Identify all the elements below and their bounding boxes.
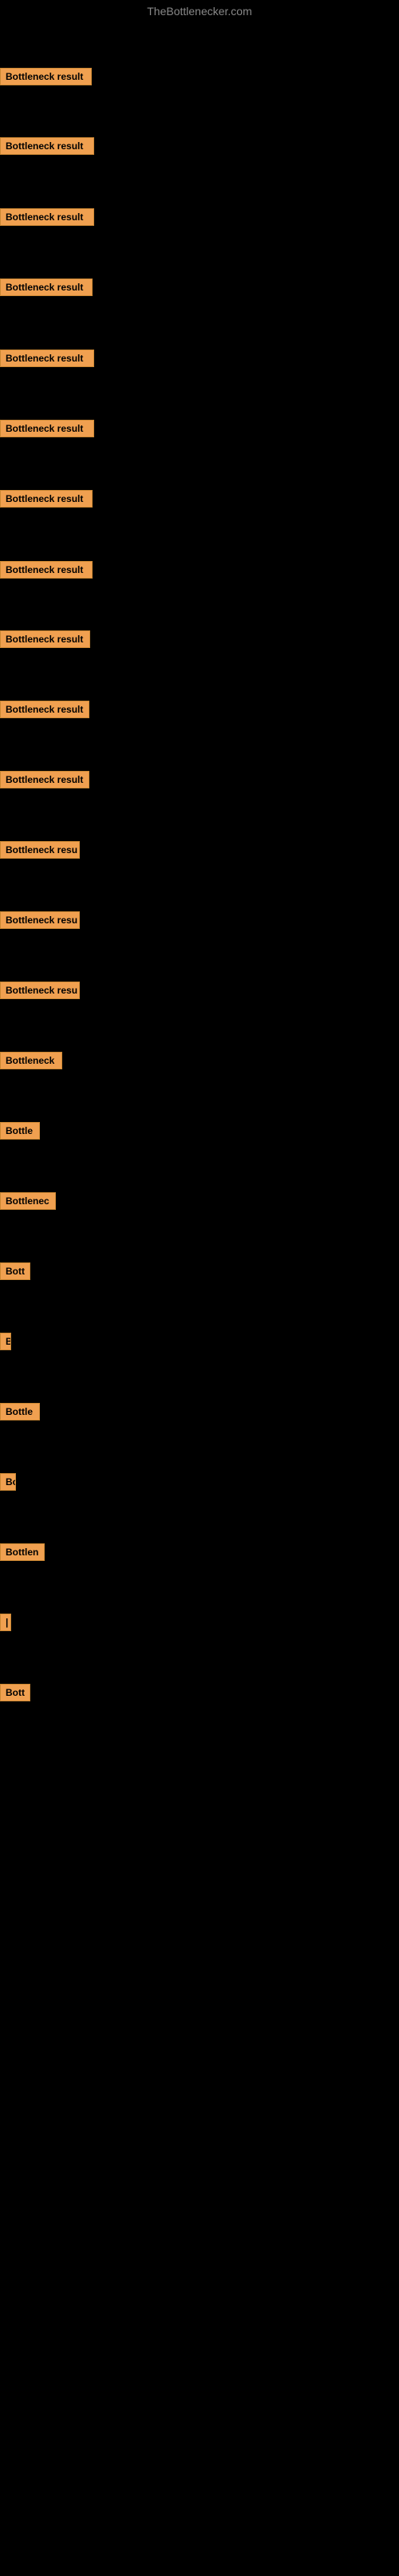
bottleneck-result-row-15: Bottleneck <box>0 1052 62 1073</box>
bottleneck-result-row-3: Bottleneck result <box>0 208 94 230</box>
bottleneck-result-row-21: Bo <box>0 1473 16 1495</box>
bottleneck-result-row-6: Bottleneck result <box>0 420 94 441</box>
bottleneck-result-row-12: Bottleneck resu <box>0 841 80 863</box>
bottleneck-label-6[interactable]: Bottleneck result <box>0 420 94 437</box>
bottleneck-result-row-24: Bott <box>0 1684 30 1705</box>
bottleneck-result-row-4: Bottleneck result <box>0 279 93 300</box>
bottleneck-result-row-8: Bottleneck result <box>0 561 93 583</box>
bottleneck-result-row-5: Bottleneck result <box>0 350 94 371</box>
bottleneck-label-24[interactable]: Bott <box>0 1684 30 1701</box>
bottleneck-label-1[interactable]: Bottleneck result <box>0 68 92 85</box>
bottleneck-result-row-10: Bottleneck result <box>0 701 89 722</box>
bottleneck-result-row-16: Bottle <box>0 1122 40 1144</box>
bottleneck-label-14[interactable]: Bottleneck resu <box>0 982 80 999</box>
bottleneck-label-11[interactable]: Bottleneck result <box>0 771 89 788</box>
bottleneck-label-21[interactable]: Bo <box>0 1473 16 1491</box>
bottleneck-label-12[interactable]: Bottleneck resu <box>0 841 80 859</box>
bottleneck-label-7[interactable]: Bottleneck result <box>0 490 93 508</box>
bottleneck-result-row-7: Bottleneck result <box>0 490 93 512</box>
bottleneck-result-row-13: Bottleneck resu <box>0 911 80 933</box>
bottleneck-result-row-17: Bottlenec <box>0 1192 56 1214</box>
bottleneck-label-4[interactable]: Bottleneck result <box>0 279 93 296</box>
bottleneck-label-15[interactable]: Bottleneck <box>0 1052 62 1069</box>
bottleneck-result-row-9: Bottleneck result <box>0 630 90 652</box>
bottleneck-label-19[interactable]: B <box>0 1333 11 1350</box>
bottleneck-label-17[interactable]: Bottlenec <box>0 1192 56 1210</box>
bottleneck-result-row-18: Bott <box>0 1262 30 1284</box>
bottleneck-label-3[interactable]: Bottleneck result <box>0 208 94 226</box>
bottleneck-label-23[interactable]: | <box>0 1614 11 1631</box>
bottleneck-label-16[interactable]: Bottle <box>0 1122 40 1140</box>
bottleneck-label-18[interactable]: Bott <box>0 1262 30 1280</box>
bottleneck-result-row-1: Bottleneck result <box>0 68 92 89</box>
bottleneck-result-row-14: Bottleneck resu <box>0 982 80 1003</box>
site-title: TheBottlenecker.com <box>0 0 399 22</box>
bottleneck-label-8[interactable]: Bottleneck result <box>0 561 93 579</box>
bottleneck-label-2[interactable]: Bottleneck result <box>0 137 94 155</box>
bottleneck-result-row-20: Bottle <box>0 1403 40 1424</box>
bottleneck-label-13[interactable]: Bottleneck resu <box>0 911 80 929</box>
bottleneck-label-20[interactable]: Bottle <box>0 1403 40 1420</box>
bottleneck-result-row-2: Bottleneck result <box>0 137 94 159</box>
bottleneck-result-row-19: B <box>0 1333 11 1354</box>
bottleneck-label-10[interactable]: Bottleneck result <box>0 701 89 718</box>
bottleneck-result-row-23: | <box>0 1614 11 1635</box>
bottleneck-result-row-22: Bottlen <box>0 1543 45 1565</box>
bottleneck-label-22[interactable]: Bottlen <box>0 1543 45 1561</box>
bottleneck-label-5[interactable]: Bottleneck result <box>0 350 94 367</box>
bottleneck-label-9[interactable]: Bottleneck result <box>0 630 90 648</box>
bottleneck-result-row-11: Bottleneck result <box>0 771 89 792</box>
